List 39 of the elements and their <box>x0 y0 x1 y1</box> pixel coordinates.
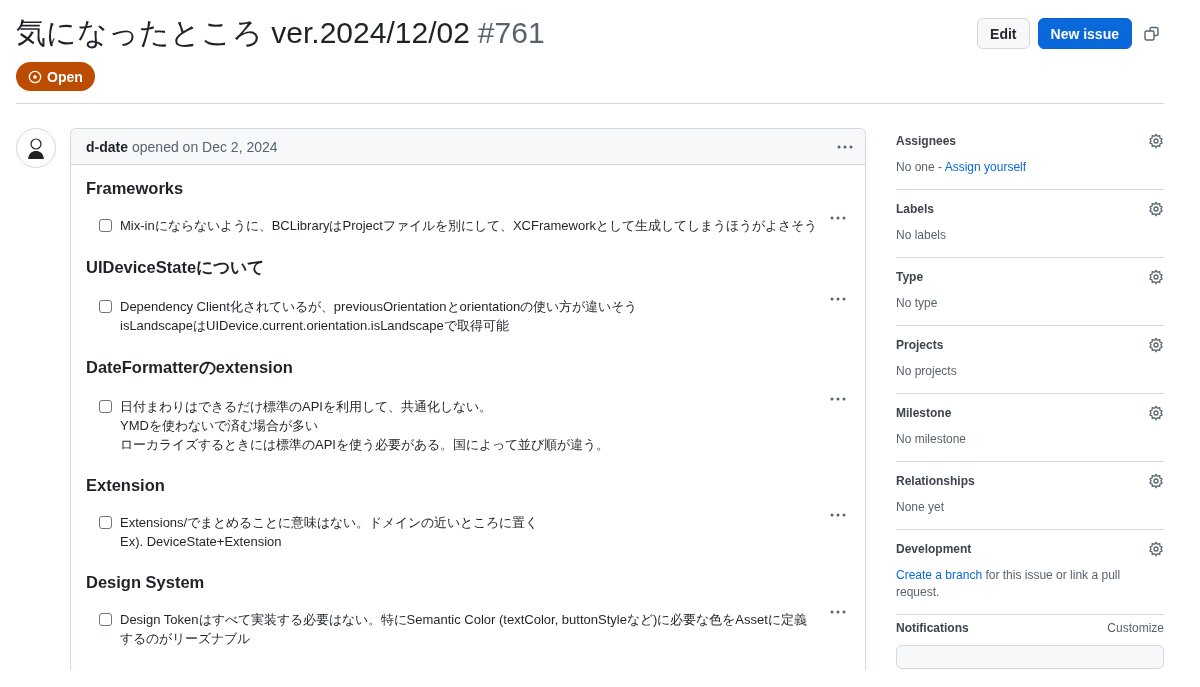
sidebar-heading: Development <box>896 542 972 556</box>
task-text: Extensions/でまとめることに意味はない。ドメインの近いところに置く <box>120 514 540 532</box>
comment-meta: d-date opened on Dec 2, 2024 <box>86 138 278 155</box>
task-text: 日付まわりはできるだけ標準のAPIを利用して、共通化しない。 <box>120 398 493 416</box>
issue-status-badge: Open <box>16 62 95 91</box>
sidebar-heading: Projects <box>896 338 944 352</box>
sidebar-value: Create a branch for this issue or link a pull request. <box>896 567 1122 601</box>
task-text: YMDを使わないで済む場合が多い <box>120 417 319 435</box>
section-heading: Frameworks <box>86 179 185 198</box>
task-text: Dependency Client化されているが、previousOrientationとorientationの使い方が違いそう <box>120 298 639 316</box>
sidebar-heading: Milestone <box>896 406 952 420</box>
section-heading: UIDeviceStateについて <box>86 257 266 278</box>
task-text: Ex). DeviceState+Extension <box>120 533 283 551</box>
issue-title: 気になったところ ver.2024/12/02 <box>16 15 470 51</box>
sidebar-value: None yet <box>896 499 946 516</box>
customize-link[interactable]: Customize <box>1107 621 1164 635</box>
section-heading: Extension <box>86 476 166 495</box>
task-text: Design Tokenはすべて実装する必要はない。特にSemantic Color (textColor, buttonStyleなど)に必要な色をAssetに定義するのがリーズナブル <box>120 611 808 648</box>
issue-number: #761 <box>477 15 545 51</box>
task-text: Mix-inにならないように、BCLibraryはProjectファイルを別にして、XCFrameworkとして生成してしまうほうがよさそう <box>120 217 818 235</box>
sidebar-link[interactable]: Create a branch <box>896 568 983 582</box>
task-text: ローカライズするときには標準のAPIを使う必要がある。国によって並び順が違う。 <box>120 436 610 454</box>
sidebar-heading: Assignees <box>896 134 957 148</box>
sidebar-value: No labels <box>896 227 948 244</box>
sidebar-value: No type <box>896 295 939 312</box>
section-heading: DateFormatterのextension <box>86 357 294 378</box>
edit-button[interactable]: Edit <box>977 18 1030 49</box>
sidebar-value: No milestone <box>896 431 968 448</box>
author-link[interactable]: d-date <box>86 138 128 155</box>
new-issue-button[interactable]: New issue <box>1037 18 1132 49</box>
sidebar-link[interactable]: Assign yourself <box>944 160 1027 174</box>
sidebar-heading: Relationships <box>896 474 975 488</box>
sidebar-heading: Labels <box>896 202 934 216</box>
sidebar-heading: Notifications <box>896 621 969 635</box>
sidebar-value: No one - Assign yourself <box>896 159 1028 176</box>
section-heading: Design System <box>86 573 206 592</box>
sidebar-value: No projects <box>896 363 958 380</box>
sidebar-heading: Type <box>896 270 924 284</box>
task-text: isLandscapeはUIDevice.current.orientation.isLandscapeで取得可能 <box>120 317 510 335</box>
